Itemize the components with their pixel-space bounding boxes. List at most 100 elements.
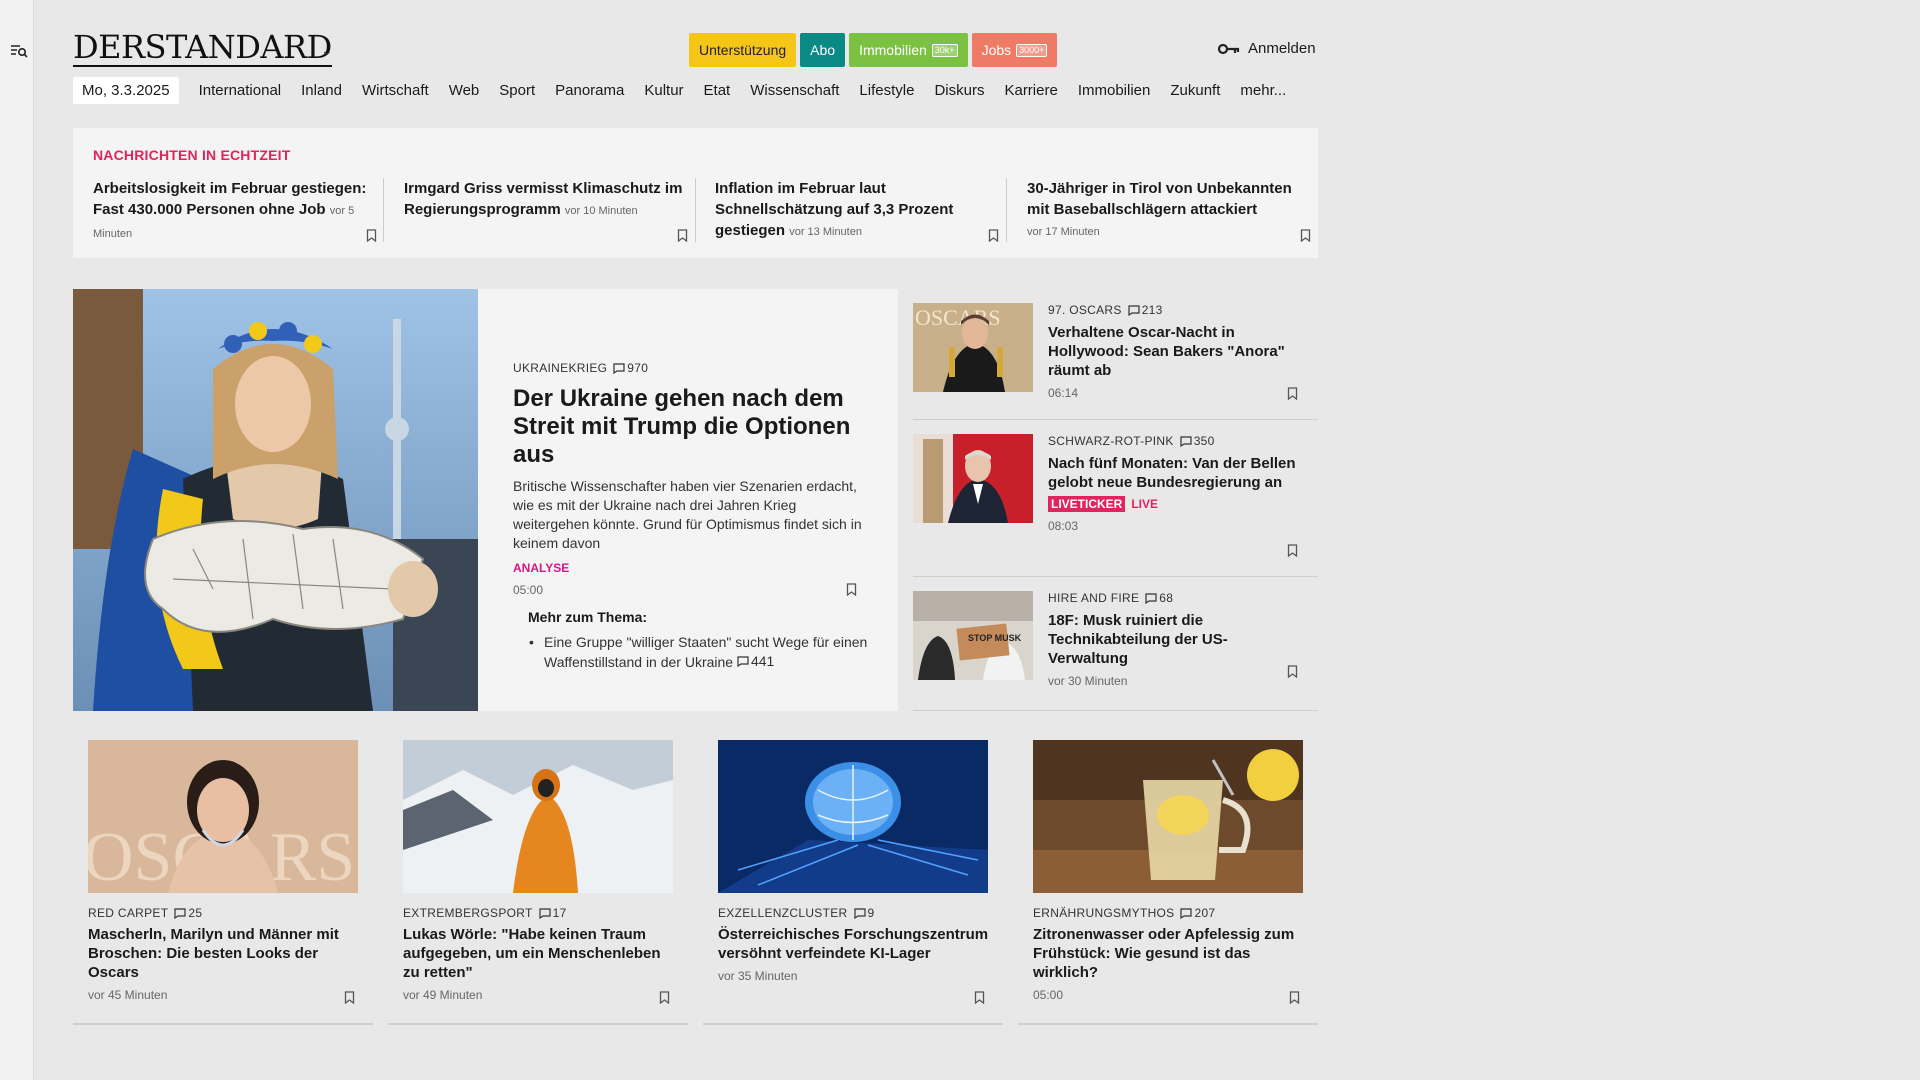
jobs-button[interactable]: Jobs 3000+ bbox=[971, 33, 1058, 67]
live-news-item[interactable]: Inflation im Februar laut Schnellschätzu… bbox=[715, 178, 1005, 242]
teaser-image[interactable] bbox=[403, 740, 673, 893]
live-news-item[interactable]: 30-Jähriger in Tirol von Unbekannten mit… bbox=[1027, 178, 1317, 242]
article-kicker[interactable]: RED CARPET 25 bbox=[88, 906, 363, 920]
article-kicker[interactable]: EXTREMBERGSPORT 17 bbox=[403, 906, 678, 920]
nav-item-sport[interactable]: Sport bbox=[489, 82, 545, 99]
nav-item-more[interactable]: mehr... bbox=[1230, 82, 1296, 99]
nav-item-etat[interactable]: Etat bbox=[694, 82, 741, 99]
divider bbox=[1006, 178, 1007, 242]
immobilien-label: Immobilien bbox=[859, 42, 927, 58]
nav-item-karriere[interactable]: Karriere bbox=[994, 82, 1067, 99]
article-title[interactable]: Zitronenwasser oder Apfelessig zum Frühs… bbox=[1033, 925, 1308, 982]
jobs-badge: 3000+ bbox=[1016, 43, 1048, 57]
article-title[interactable]: Österreichisches Forschungszentrum versö… bbox=[718, 925, 993, 963]
teaser-article[interactable]: EXTREMBERGSPORT 17 Lukas Wörle: "Habe ke… bbox=[388, 740, 688, 1025]
related-title: Mehr zum Thema: bbox=[528, 609, 648, 625]
bookmark-icon[interactable] bbox=[1300, 229, 1311, 242]
teaser-image[interactable]: OSCARS bbox=[88, 740, 358, 893]
article-title[interactable]: Verhaltene Oscar-Nacht in Hollywood: Sea… bbox=[1048, 323, 1303, 380]
article-time: 08:03 bbox=[1048, 519, 1079, 533]
article-kicker[interactable]: 97. OSCARS 213 bbox=[1048, 303, 1303, 317]
bookmark-icon[interactable] bbox=[1287, 387, 1298, 400]
comment-count[interactable]: 970 bbox=[613, 361, 648, 375]
bookmark-icon[interactable] bbox=[974, 991, 985, 1004]
side-article[interactable]: OSCARS 97. OSCARS 213 Verhaltene Oscar-N… bbox=[913, 289, 1318, 420]
divider bbox=[383, 178, 384, 242]
comment-count[interactable]: 25 bbox=[174, 906, 202, 920]
bookmark-icon[interactable] bbox=[1287, 665, 1298, 678]
menu-search-icon[interactable] bbox=[10, 43, 28, 59]
bookmark-icon[interactable] bbox=[344, 991, 355, 1004]
related-article-link[interactable]: Eine Gruppe "williger Staaten" sucht Weg… bbox=[528, 633, 868, 672]
bookmark-icon[interactable] bbox=[659, 991, 670, 1004]
comment-count-value: 17 bbox=[552, 906, 567, 920]
kicker-label: RED CARPET bbox=[88, 906, 169, 920]
nav-item-panorama[interactable]: Panorama bbox=[545, 82, 634, 99]
nav-item-international[interactable]: International bbox=[189, 82, 292, 99]
main-nav: Mo, 3.3.2025 International Inland Wirtsc… bbox=[73, 77, 1296, 104]
comment-count[interactable]: 17 bbox=[539, 906, 567, 920]
site-logo[interactable]: DERSTANDARD bbox=[73, 30, 332, 67]
support-label: Unterstützung bbox=[699, 42, 787, 58]
article-kicker[interactable]: SCHWARZ-ROT-PINK 350 bbox=[1048, 434, 1303, 448]
comment-count[interactable]: 441 bbox=[737, 652, 774, 671]
bookmark-icon[interactable] bbox=[677, 229, 688, 242]
article-title[interactable]: Nach fünf Monaten: Van der Bellen gelobt… bbox=[1048, 454, 1303, 492]
comment-count[interactable]: 350 bbox=[1180, 434, 1215, 448]
article-thumbnail[interactable] bbox=[913, 434, 1033, 523]
live-news-item[interactable]: Irmgard Griss vermisst Klimaschutz im Re… bbox=[404, 178, 694, 242]
article-title[interactable]: Lukas Wörle: "Habe keinen Traum aufgegeb… bbox=[403, 925, 678, 982]
comment-icon bbox=[613, 362, 625, 374]
lead-image[interactable] bbox=[73, 289, 478, 711]
support-button[interactable]: Unterstützung bbox=[689, 33, 797, 67]
side-article[interactable]: SCHWARZ-ROT-PINK 350 Nach fünf Monaten: … bbox=[913, 420, 1318, 577]
article-title[interactable]: 18F: Musk ruiniert die Technikabteilung … bbox=[1048, 611, 1303, 668]
article-title[interactable]: Mascherln, Marilyn und Männer mit Brosch… bbox=[88, 925, 363, 982]
comment-count-value: 213 bbox=[1141, 303, 1163, 317]
bookmark-icon[interactable] bbox=[988, 229, 999, 242]
comment-count[interactable]: 9 bbox=[853, 906, 875, 920]
article-kicker[interactable]: ERNÄHRUNGSMYTHOS 207 bbox=[1033, 906, 1308, 920]
nav-item-web[interactable]: Web bbox=[439, 82, 490, 99]
lead-story[interactable]: UKRAINEKRIEG 970 Der Ukraine gehen nach … bbox=[73, 289, 898, 711]
bookmark-icon[interactable] bbox=[846, 583, 857, 596]
comment-count[interactable]: 207 bbox=[1180, 906, 1215, 920]
chevron-down-icon[interactable]: ⌄ bbox=[321, 42, 333, 59]
comment-count-value: 970 bbox=[627, 361, 649, 375]
immobilien-button[interactable]: Immobilien 30k+ bbox=[849, 33, 968, 67]
bookmark-icon[interactable] bbox=[1289, 991, 1300, 1004]
login-button[interactable]: Anmelden bbox=[1218, 40, 1316, 57]
article-kicker[interactable]: EXZELLENZCLUSTER 9 bbox=[718, 906, 993, 920]
teaser-image[interactable] bbox=[718, 740, 988, 893]
liveticker-badge: LIVETICKER LIVE bbox=[1048, 496, 1158, 512]
teaser-article[interactable]: OSCARS RED CARPET 25 Mascherln, Marilyn … bbox=[73, 740, 373, 1025]
nav-item-immobilien[interactable]: Immobilien bbox=[1068, 82, 1161, 99]
live-news-item[interactable]: Arbeitslosigkeit im Februar gestiegen: F… bbox=[93, 178, 383, 242]
comment-count[interactable]: 213 bbox=[1128, 303, 1163, 317]
teaser-image[interactable] bbox=[1033, 740, 1303, 893]
teaser-article[interactable]: EXZELLENZCLUSTER 9 Österreichisches Fors… bbox=[703, 740, 1003, 1025]
nav-item-lifestyle[interactable]: Lifestyle bbox=[849, 82, 924, 99]
nav-item-kultur[interactable]: Kultur bbox=[634, 82, 693, 99]
comment-count[interactable]: 68 bbox=[1145, 591, 1173, 605]
side-article[interactable]: STOP MUSK HIRE AND FIRE 68 18F: Musk rui… bbox=[913, 577, 1318, 711]
nav-item-wissenschaft[interactable]: Wissenschaft bbox=[740, 82, 849, 99]
comment-icon bbox=[737, 656, 749, 667]
abo-button[interactable]: Abo bbox=[800, 33, 846, 67]
protest-sign-text: STOP MUSK bbox=[968, 633, 1022, 643]
article-kicker[interactable]: HIRE AND FIRE 68 bbox=[1048, 591, 1303, 605]
lead-kicker[interactable]: UKRAINEKRIEG 970 bbox=[513, 361, 868, 375]
teaser-article[interactable]: ERNÄHRUNGSMYTHOS 207 Zitronenwasser oder… bbox=[1018, 740, 1318, 1025]
nav-item-zukunft[interactable]: Zukunft bbox=[1160, 82, 1230, 99]
teaser-body: RED CARPET 25 Mascherln, Marilyn und Män… bbox=[88, 906, 363, 1002]
nav-item-wirtschaft[interactable]: Wirtschaft bbox=[352, 82, 439, 99]
nav-item-inland[interactable]: Inland bbox=[291, 82, 352, 99]
article-thumbnail[interactable]: OSCARS bbox=[913, 303, 1033, 392]
bookmark-icon[interactable] bbox=[366, 229, 377, 242]
live-time: vor 13 Minuten bbox=[789, 226, 862, 238]
nav-item-diskurs[interactable]: Diskurs bbox=[924, 82, 994, 99]
lead-title[interactable]: Der Ukraine gehen nach dem Streit mit Tr… bbox=[513, 385, 868, 469]
key-icon bbox=[1218, 43, 1240, 55]
article-thumbnail[interactable]: STOP MUSK bbox=[913, 591, 1033, 680]
bookmark-icon[interactable] bbox=[1287, 544, 1298, 557]
